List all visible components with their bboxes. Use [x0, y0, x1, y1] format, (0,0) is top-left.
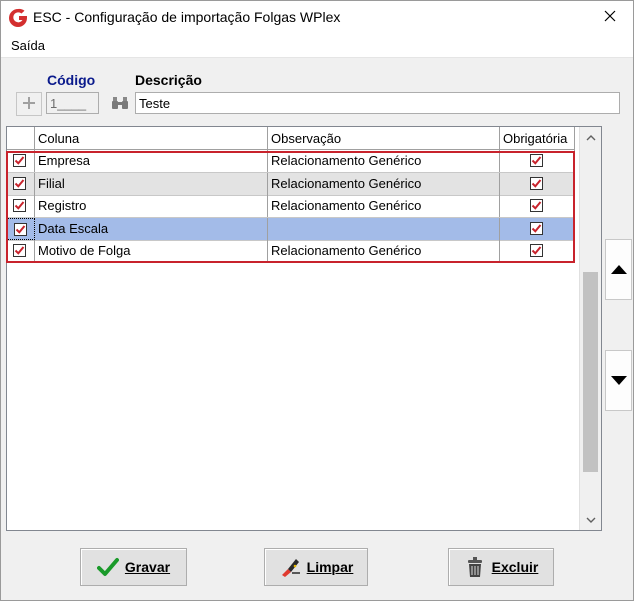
menu-bar: Saída [1, 34, 633, 58]
codigo-label: Código [47, 72, 96, 88]
close-icon [604, 10, 616, 25]
grid-header: Coluna Observação Obrigatória [7, 127, 575, 150]
descricao-label: Descrição [135, 72, 202, 88]
cell-obrigatoria[interactable] [500, 150, 575, 172]
row-check-cell[interactable] [7, 172, 35, 195]
table-row[interactable]: Registro Relacionamento Genérico [7, 195, 575, 218]
row-checkbox[interactable] [13, 244, 26, 257]
window-title: ESC - Configuração de importação Folgas … [33, 9, 341, 25]
cell-observacao[interactable]: Relacionamento Genérico [268, 240, 500, 262]
dialog-window: ESC - Configuração de importação Folgas … [0, 0, 634, 601]
table-row[interactable]: Empresa Relacionamento Genérico [7, 150, 575, 173]
scrollbar-thumb[interactable] [583, 272, 598, 472]
check-icon [96, 556, 119, 578]
scroll-up-icon[interactable] [580, 129, 601, 146]
cell-observacao[interactable]: Relacionamento Genérico [268, 172, 500, 195]
cell-obrigatoria[interactable] [500, 195, 575, 217]
header-check [7, 127, 35, 149]
obrigatoria-checkbox[interactable] [530, 244, 543, 257]
cell-coluna[interactable]: Empresa [35, 150, 268, 172]
excluir-label: Excluir [491, 559, 539, 575]
table-row[interactable]: Data Escala [7, 217, 575, 241]
eraser-icon [279, 556, 301, 578]
cell-coluna[interactable]: Motivo de Folga [35, 240, 268, 262]
cell-coluna[interactable]: Registro [35, 195, 268, 217]
cell-obrigatoria[interactable] [500, 217, 575, 240]
excluir-button[interactable]: Excluir [448, 548, 554, 586]
triangle-up-icon [610, 262, 627, 277]
row-checkbox[interactable] [13, 154, 26, 167]
header-observacao[interactable]: Observação [268, 127, 500, 149]
obrigatoria-checkbox[interactable] [530, 199, 543, 212]
table-row[interactable]: Filial Relacionamento Genérico [7, 172, 575, 196]
row-checkbox[interactable] [13, 199, 26, 212]
row-checkbox[interactable] [13, 176, 26, 190]
gravar-label: Gravar [124, 559, 171, 575]
row-checkbox[interactable] [14, 222, 27, 236]
gravar-button[interactable]: Gravar [80, 548, 187, 586]
cell-observacao[interactable]: Relacionamento Genérico [268, 195, 500, 217]
title-bar: ESC - Configuração de importação Folgas … [1, 1, 633, 34]
table-row[interactable]: Motivo de Folga Relacionamento Genérico [7, 240, 575, 263]
obrigatoria-checkbox[interactable] [530, 176, 543, 190]
codigo-field[interactable] [46, 92, 99, 114]
limpar-button[interactable]: Limpar [264, 548, 368, 586]
limpar-label: Limpar [306, 559, 354, 575]
app-logo-icon [8, 8, 28, 28]
new-record-button[interactable] [16, 92, 42, 116]
scroll-down-icon[interactable] [580, 511, 601, 528]
descricao-field[interactable] [135, 92, 620, 114]
cell-observacao[interactable] [268, 217, 500, 240]
cell-coluna[interactable]: Filial [35, 172, 268, 195]
row-check-cell[interactable] [7, 150, 35, 172]
header-coluna[interactable]: Coluna [35, 127, 268, 149]
header-obrigatoria[interactable]: Obrigatória [500, 127, 575, 149]
cell-coluna[interactable]: Data Escala [35, 217, 268, 240]
row-check-cell[interactable] [7, 240, 35, 262]
vertical-scrollbar[interactable] [579, 127, 601, 530]
binoculars-icon[interactable] [111, 95, 129, 111]
close-button[interactable] [587, 1, 633, 34]
trash-icon [464, 556, 486, 578]
menu-item-saida[interactable]: Saída [11, 38, 45, 53]
obrigatoria-checkbox[interactable] [530, 154, 543, 167]
plus-icon [22, 94, 36, 114]
row-check-cell[interactable] [7, 195, 35, 217]
columns-grid: Coluna Observação Obrigatória Empresa Rel… [6, 126, 602, 531]
move-down-button[interactable] [605, 350, 632, 411]
cell-observacao[interactable]: Relacionamento Genérico [268, 150, 500, 172]
obrigatoria-checkbox[interactable] [530, 221, 543, 235]
cell-obrigatoria[interactable] [500, 240, 575, 262]
cell-obrigatoria[interactable] [500, 172, 575, 195]
row-check-cell[interactable] [7, 217, 35, 240]
move-up-button[interactable] [605, 239, 632, 300]
triangle-down-icon [610, 373, 627, 388]
